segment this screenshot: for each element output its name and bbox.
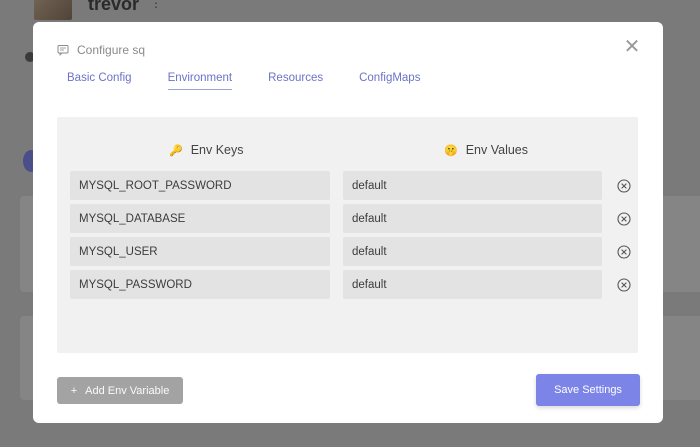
env-key-input[interactable]: MYSQL_USER xyxy=(70,237,330,266)
env-row: MYSQL_PASSWORD default xyxy=(70,270,631,299)
env-value-input[interactable]: default xyxy=(343,237,602,266)
env-value-input[interactable]: default xyxy=(343,270,602,299)
shush-face-icon: 🤫 xyxy=(444,144,458,157)
env-keys-header: 🔑 Env Keys xyxy=(169,143,244,157)
env-keys-label: Env Keys xyxy=(190,143,244,157)
env-key-input[interactable]: MYSQL_ROOT_PASSWORD xyxy=(70,171,330,200)
env-key-input[interactable]: MYSQL_PASSWORD xyxy=(70,270,330,299)
env-rows: MYSQL_ROOT_PASSWORD default MYSQL_DATABA… xyxy=(70,171,631,303)
modal-tabs: Basic Config Environment Resources Confi… xyxy=(67,72,456,90)
background-menu-icon: ⋮ xyxy=(150,0,162,10)
tab-resources[interactable]: Resources xyxy=(268,72,323,90)
env-row: MYSQL_ROOT_PASSWORD default xyxy=(70,171,631,200)
comment-icon xyxy=(57,45,69,56)
tab-configmaps[interactable]: ConfigMaps xyxy=(359,72,420,90)
remove-circle-icon[interactable] xyxy=(617,211,631,226)
env-key-input[interactable]: MYSQL_DATABASE xyxy=(70,204,330,233)
remove-circle-icon[interactable] xyxy=(617,277,631,292)
env-values-label: Env Values xyxy=(465,143,529,157)
env-value-input[interactable]: default xyxy=(343,171,602,200)
env-value-input[interactable]: default xyxy=(343,204,602,233)
modal-header: Configure sq xyxy=(57,43,145,57)
env-row: MYSQL_USER default xyxy=(70,237,631,266)
remove-circle-icon[interactable] xyxy=(617,244,631,259)
plus-icon: + xyxy=(70,384,78,397)
remove-circle-icon[interactable] xyxy=(617,178,631,193)
env-row: MYSQL_DATABASE default xyxy=(70,204,631,233)
key-icon: 🔑 xyxy=(169,144,183,157)
configure-modal: Configure sq ✕ Basic Config Environment … xyxy=(33,22,663,423)
background-username: trevor xyxy=(88,0,140,14)
add-env-variable-button[interactable]: + Add Env Variable xyxy=(57,377,183,404)
tab-environment[interactable]: Environment xyxy=(167,72,233,90)
env-panel: 🔑 Env Keys 🤫 Env Values MYSQL_ROOT_PASSW… xyxy=(57,117,638,353)
add-env-variable-label: Add Env Variable xyxy=(85,384,170,397)
tab-basic-config[interactable]: Basic Config xyxy=(67,72,132,90)
background-avatar xyxy=(34,0,72,20)
env-values-header: 🤫 Env Values xyxy=(444,143,528,157)
modal-title: Configure sq xyxy=(77,43,146,57)
save-settings-button[interactable]: Save Settings xyxy=(536,374,640,406)
close-icon[interactable]: ✕ xyxy=(623,37,641,57)
